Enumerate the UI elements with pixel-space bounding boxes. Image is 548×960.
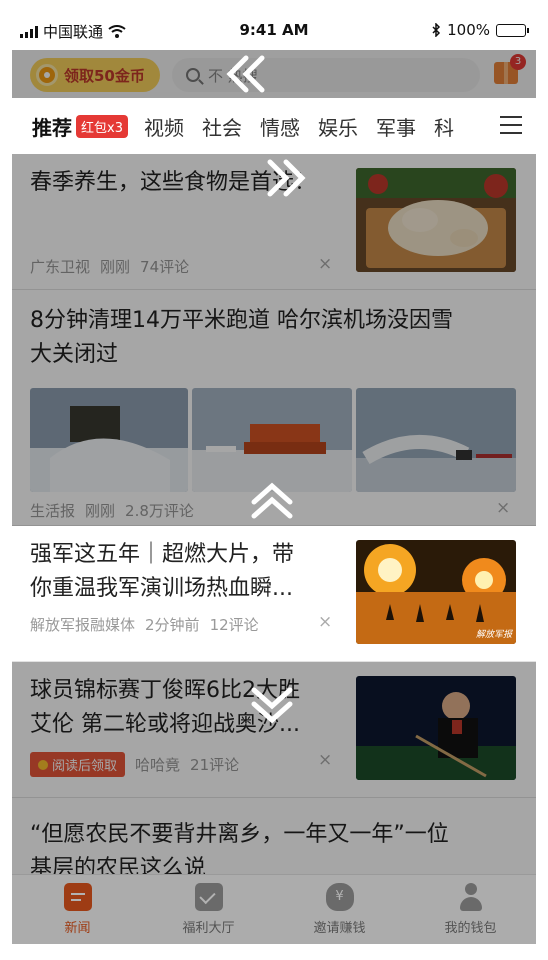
nav-news[interactable]: 新闻 (12, 875, 143, 944)
news-title: 强军这五年｜超燃大片，带 你重温我军演训场热血瞬... (30, 538, 350, 606)
nav-news-label: 新闻 (64, 921, 91, 936)
tab-video[interactable]: 视频 (144, 112, 184, 141)
news-source: 解放军报融媒体 (30, 616, 136, 634)
news-meta: 解放军报融媒体 2分钟前 12评论 (30, 614, 259, 635)
news-title-line: 艾伦 第二轮或将迎战奥沙... (30, 712, 300, 737)
tab-society[interactable]: 社会 (202, 112, 242, 141)
checkbox-icon (194, 883, 223, 911)
news-title-line: 大关闭过 (30, 342, 119, 367)
battery-percent: 100% (447, 21, 490, 39)
status-right: 100% (432, 21, 529, 39)
tab-military[interactable]: 军事 (376, 112, 416, 141)
news-comments: 12评论 (209, 616, 259, 634)
phone-screen: 中国联通 9:41 AM 100% 领取50金币 不 热搜 3 推荐 红包x3 … (12, 12, 536, 944)
person-icon (457, 883, 485, 911)
news-time: 2分钟前 (145, 616, 200, 634)
news-title-line: 强军这五年｜超燃大片，带 (30, 542, 295, 567)
read-reward-badge[interactable]: 阅读后领取 (30, 752, 126, 777)
snowplow-thumbnail-2 (192, 388, 352, 492)
search-input[interactable]: 不 热搜 (172, 58, 480, 92)
reward-icon (38, 759, 48, 770)
news-card[interactable]: 8分钟清理14万平米跑道 哈尔滨机场没因雪 大关闭过 生活报 刚刚 2.8万评论… (12, 290, 536, 526)
gift-badge: 3 (510, 54, 526, 70)
news-comments: 21评论 (190, 756, 240, 774)
nav-invite-label: 邀请赚钱 (313, 921, 366, 936)
bluetooth-icon (432, 23, 441, 37)
nav-wallet-label: 我的钱包 (444, 921, 497, 936)
news-title: 8分钟清理14万平米跑道 哈尔滨机场没因雪 大关闭过 (30, 304, 522, 372)
coin-icon (36, 64, 58, 86)
news-title-line: 基层的农民这么说 (30, 856, 207, 874)
news-comments: 74评论 (140, 258, 190, 276)
battery-icon (496, 23, 529, 37)
news-title: “但愿农民不要背井离乡，一年又一年”一位 基层的农民这么说 (30, 818, 530, 874)
news-feed[interactable]: 春季养生，这些食物是首选！ 广东卫视 刚刚 74评论 × 8分钟清理14万平米跑… (12, 154, 536, 874)
news-card[interactable]: 强军这五年｜超燃大片，带 你重温我军演训场热血瞬... 解放军报融媒体 2分钟前… (12, 526, 536, 662)
news-icon (63, 883, 92, 911)
news-time: 刚刚 (85, 502, 116, 520)
gift-icon[interactable]: 3 (494, 54, 526, 84)
channel-tabs: 推荐 红包x3 视频 社会 情感 娱乐 军事 科 (12, 98, 536, 154)
nav-wallet[interactable]: 我的钱包 (405, 875, 536, 944)
snowplow-thumbnail-1 (30, 388, 188, 492)
tab-emotion[interactable]: 情感 (260, 112, 300, 141)
search-placeholder: 不 热搜 (208, 66, 258, 85)
bottom-nav: 新闻 福利大厅 邀请赚钱 我的钱包 (12, 874, 536, 944)
dismiss-icon[interactable]: × (318, 750, 332, 770)
search-icon (186, 68, 200, 82)
channel-menu-icon[interactable] (500, 116, 522, 134)
tab-tech[interactable]: 科 (434, 112, 454, 141)
status-bar: 中国联通 9:41 AM 100% (12, 12, 536, 50)
food-thumbnail (356, 168, 516, 272)
news-title: 球员锦标赛丁俊晖6比2大胜 艾伦 第二轮或将迎战奥沙... (30, 674, 350, 742)
dismiss-icon[interactable]: × (318, 612, 332, 632)
money-bag-icon (325, 883, 354, 911)
news-title-line: 你重温我军演训场热血瞬... (30, 576, 293, 601)
claim-coins-button[interactable]: 领取50金币 (30, 58, 160, 92)
news-card[interactable]: 球员锦标赛丁俊晖6比2大胜 艾伦 第二轮或将迎战奥沙... 阅读后领取 哈哈竟 … (12, 662, 536, 798)
news-meta: 生活报 刚刚 2.8万评论 (30, 500, 194, 521)
nav-welfare[interactable]: 福利大厅 (143, 875, 274, 944)
snowplow-thumbnail-3 (356, 388, 516, 492)
tab-entertainment[interactable]: 娱乐 (318, 112, 358, 141)
news-source: 广东卫视 (30, 258, 91, 276)
claim-coins-label: 领取50金币 (64, 66, 145, 85)
news-card[interactable]: 春季养生，这些食物是首选！ 广东卫视 刚刚 74评论 × (12, 154, 536, 290)
news-title-line: “但愿农民不要背井离乡，一年又一年”一位 (30, 822, 449, 847)
reward-label: 阅读后领取 (52, 759, 118, 774)
news-title-line: 8分钟清理14万平米跑道 哈尔滨机场没因雪 (30, 308, 453, 333)
news-time: 刚刚 (100, 258, 131, 276)
tab-recommend[interactable]: 推荐 (32, 112, 72, 141)
nav-welfare-label: 福利大厅 (182, 921, 235, 936)
red-packet-badge: 红包x3 (76, 114, 128, 138)
dismiss-icon[interactable]: × (496, 498, 510, 518)
news-comments: 2.8万评论 (125, 502, 194, 520)
news-card[interactable]: “但愿农民不要背井离乡，一年又一年”一位 基层的农民这么说 (12, 798, 536, 874)
news-source: 哈哈竟 (135, 756, 181, 774)
news-title: 春季养生，这些食物是首选！ (30, 170, 317, 195)
military-watermark: 解放军报 (475, 630, 512, 640)
snooker-thumbnail (356, 676, 516, 780)
nav-invite[interactable]: 邀请赚钱 (274, 875, 405, 944)
news-meta: 广东卫视 刚刚 74评论 (30, 256, 189, 277)
news-title-line: 球员锦标赛丁俊晖6比2大胜 (30, 678, 300, 703)
news-meta: 阅读后领取 哈哈竟 21评论 (30, 752, 239, 777)
tabs-fade (466, 98, 496, 154)
military-thumbnail: 解放军报 (356, 540, 516, 644)
top-header: 领取50金币 不 热搜 3 (12, 50, 536, 98)
dismiss-icon[interactable]: × (318, 254, 332, 274)
news-source: 生活报 (30, 502, 76, 520)
